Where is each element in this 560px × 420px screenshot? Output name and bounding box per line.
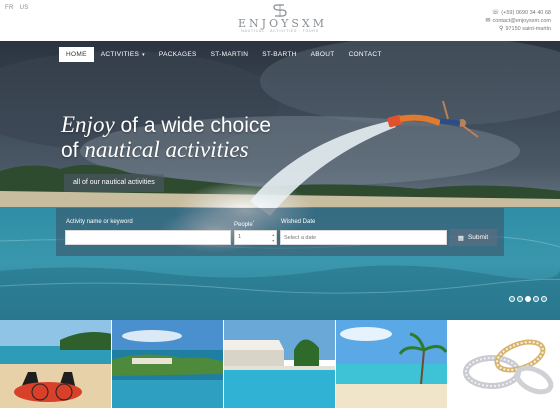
submit-button[interactable]: ▦ Submit (449, 229, 497, 246)
thumbnail-jetski-beach[interactable] (0, 320, 112, 408)
postal-address: 97150 saint-martin (505, 26, 551, 32)
nav-contact[interactable]: CONTACT (342, 47, 389, 62)
nav-about[interactable]: ABOUT (304, 47, 342, 62)
page-bottom-strip (0, 408, 560, 420)
people-label: People* (234, 219, 255, 228)
calendar-icon: ▦ (457, 234, 464, 242)
nav-activities-label: ACTIVITIES (100, 51, 140, 58)
top-bar: FR US ENJOYSXM NAUTICAL · ACTIVITIES · T… (0, 0, 560, 41)
island-aerial-image (112, 320, 223, 408)
site-logo[interactable]: ENJOYSXM NAUTICAL · ACTIVITIES · TOURS (238, 4, 327, 36)
headline-line-1: Enjoy of a wide choice (61, 112, 272, 138)
slider-dot[interactable] (533, 296, 539, 302)
chevron-down-icon: ▾ (142, 52, 145, 58)
featured-thumbnails (0, 320, 560, 408)
hero-banner: HOME ACTIVITIES ▾ PACKAGES ST-MARTIN ST-B… (0, 41, 560, 320)
email-address: contact@enjoysxm.com (492, 18, 551, 24)
logo-tagline: NAUTICAL · ACTIVITIES · TOURS (241, 29, 319, 33)
language-fr[interactable]: FR (5, 5, 14, 11)
nav-activities[interactable]: ACTIVITIES ▾ (94, 47, 152, 62)
phone-number: (+59) 0690 34 40 68 (501, 10, 551, 16)
people-stepper[interactable]: 1 ▲ ▼ (234, 230, 277, 245)
nav-st-barth[interactable]: ST-BARTH (255, 47, 303, 62)
email-row[interactable]: ✉ contact@enjoysxm.com (486, 17, 552, 25)
date-label: Wished Date (281, 219, 316, 225)
hero-headline: Enjoy of a wide choice of nautical activ… (61, 113, 271, 163)
villa-pool-image (224, 320, 335, 408)
address-row: ⚲ 97150 saint-martin (486, 25, 551, 33)
stepper-arrows-icon[interactable]: ▲ ▼ (272, 232, 275, 244)
activity-search-form: Activity name or keyword People* 1 ▲ ▼ Wi… (56, 208, 504, 256)
logo-mark-icon (273, 4, 287, 17)
nav-st-martin[interactable]: ST-MARTIN (204, 47, 256, 62)
jewelry-rings-image (448, 320, 560, 408)
slider-pagination (509, 296, 547, 302)
slider-dot[interactable] (517, 296, 523, 302)
map-pin-icon: ⚲ (499, 26, 504, 32)
logo-wordmark: ENJOYSXM (238, 17, 327, 30)
phone-icon: ☏ (491, 10, 500, 16)
thumbnail-island-aerial[interactable] (112, 320, 224, 408)
nav-packages[interactable]: PACKAGES (152, 47, 204, 62)
phone-row[interactable]: ☏ (+59) 0690 34 40 68 (486, 9, 551, 17)
jetski-beach-image (0, 320, 111, 408)
activity-input[interactable] (65, 230, 231, 245)
beach-palms-image (336, 320, 447, 408)
thumbnail-jewelry-rings[interactable] (448, 320, 560, 408)
slider-dot-active[interactable] (525, 296, 531, 302)
headline-line-2: of nautical activities (61, 137, 249, 163)
all-activities-button[interactable]: all of our nautical activities (64, 174, 164, 192)
slider-dot[interactable] (509, 296, 515, 302)
language-switcher: FR US (5, 5, 29, 11)
nav-home[interactable]: HOME (59, 47, 94, 62)
email-icon: ✉ (485, 18, 491, 24)
date-input[interactable] (280, 230, 447, 245)
thumbnail-villa-pool[interactable] (224, 320, 336, 408)
language-us[interactable]: US (20, 5, 29, 11)
slider-dot[interactable] (541, 296, 547, 302)
contact-info: ☏ (+59) 0690 34 40 68 ✉ contact@enjoysxm… (486, 9, 552, 33)
activity-label: Activity name or keyword (66, 219, 133, 225)
thumbnail-beach-palms[interactable] (336, 320, 448, 408)
main-navigation: HOME ACTIVITIES ▾ PACKAGES ST-MARTIN ST-B… (59, 47, 389, 62)
